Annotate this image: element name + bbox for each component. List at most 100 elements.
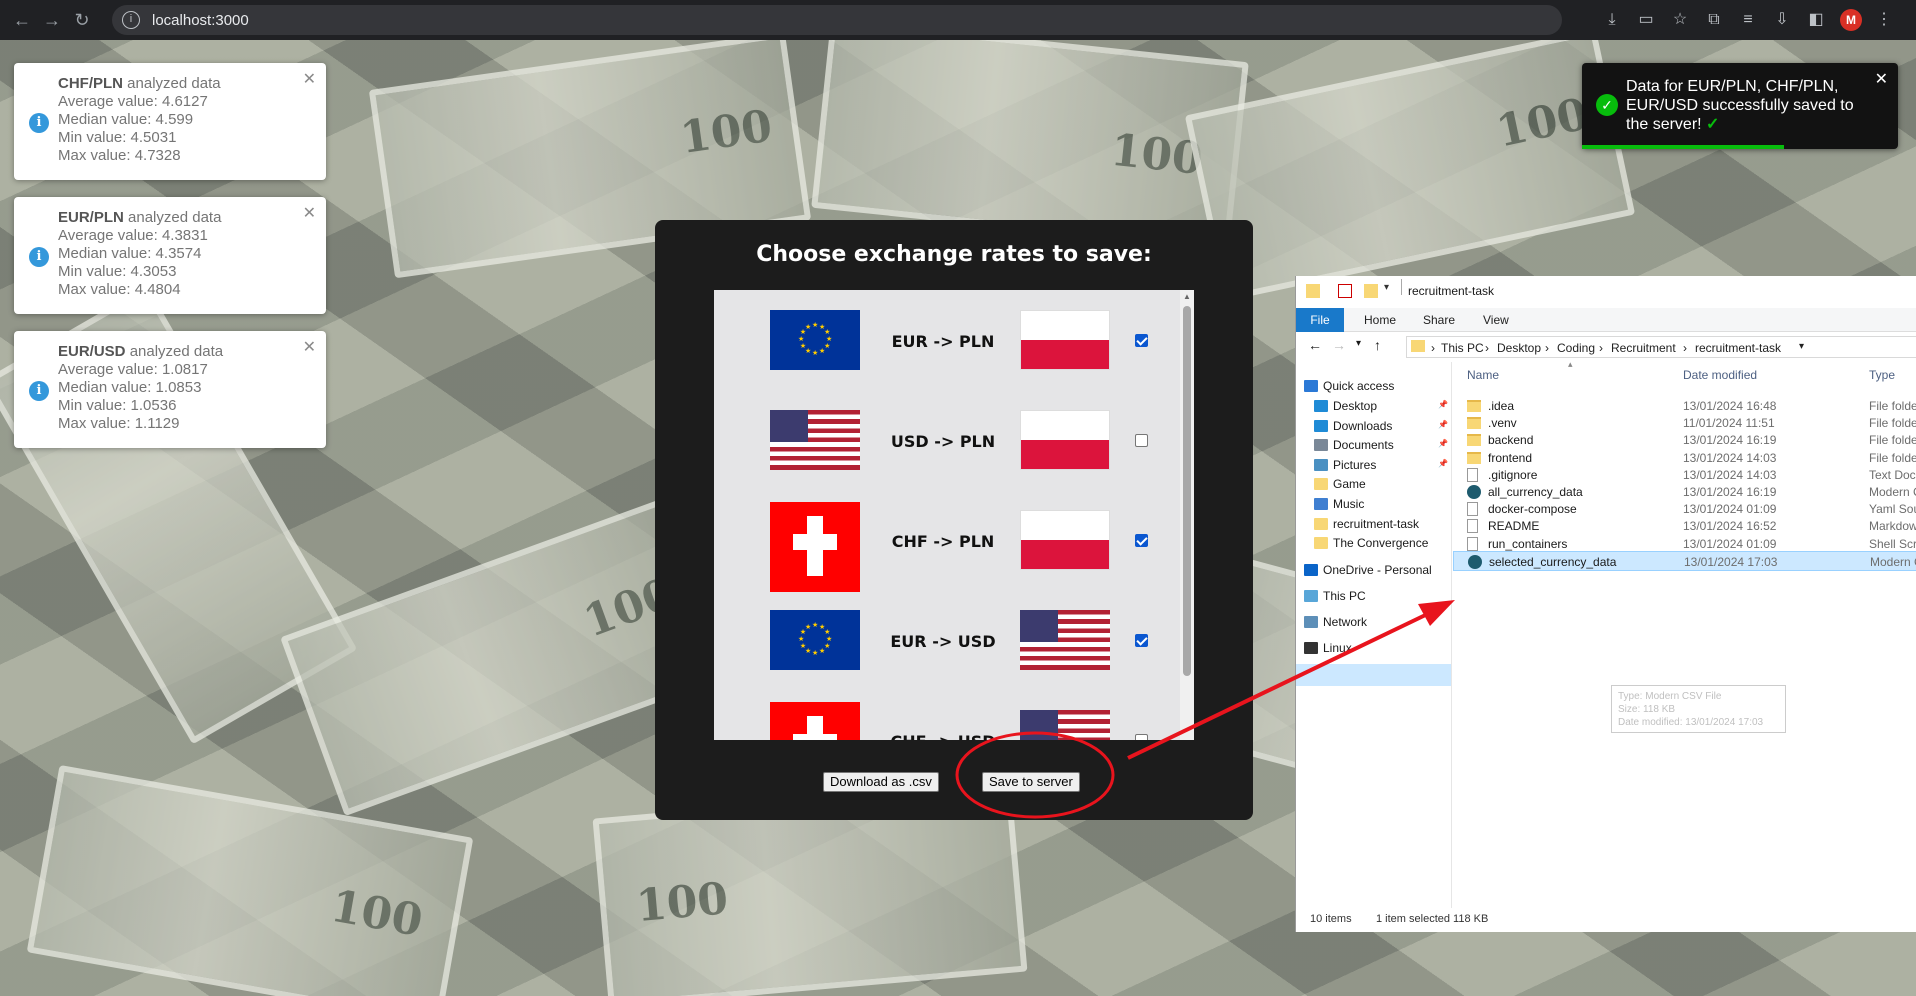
sidebar-item-label: The Convergence: [1333, 536, 1429, 550]
sidebar-item-pictures[interactable]: Pictures: [1314, 455, 1376, 475]
breadcrumb-recruitment[interactable]: Recruitment: [1611, 341, 1676, 355]
pair-checkbox[interactable]: [1135, 334, 1148, 347]
up-arrow-icon[interactable]: ↑: [1374, 337, 1381, 353]
file-date: 13/01/2024 17:03: [1684, 554, 1778, 569]
column-date[interactable]: Date modified: [1683, 368, 1757, 382]
forward-arrow-icon[interactable]: →: [1332, 337, 1346, 353]
column-type[interactable]: Type: [1869, 368, 1895, 382]
explorer-address-bar[interactable]: › This PC › Desktop › Coding › Recruitme…: [1406, 336, 1916, 358]
breadcrumb-recruitment-task[interactable]: recruitment-task: [1695, 341, 1781, 355]
menu-kebab-icon[interactable]: ⋮: [1872, 8, 1896, 32]
sidebar-item-this-pc[interactable]: This PC: [1304, 586, 1366, 606]
address-bar[interactable]: i localhost:3000: [112, 5, 1562, 35]
sidebar-item-music[interactable]: Music: [1314, 494, 1364, 514]
csv-file-icon: [1467, 485, 1481, 499]
downloads-icon[interactable]: ⇩: [1770, 8, 1794, 32]
us-flag-icon: [1020, 610, 1110, 670]
pair-checkbox[interactable]: [1135, 634, 1148, 647]
sidebar-item-label: Game: [1333, 477, 1366, 491]
file-list: Name ▴ Date modified Type .idea 13/01/202…: [1453, 359, 1916, 908]
info-icon: i: [29, 381, 49, 401]
sidebar-item-network[interactable]: Network: [1304, 612, 1367, 632]
sidebar-item-label: recruitment-task: [1333, 517, 1420, 531]
sidebar-item-recruitment-task[interactable]: recruitment-task: [1314, 514, 1419, 534]
pin-icon[interactable]: 📌: [1438, 400, 1448, 409]
recent-locations-icon[interactable]: ▾: [1356, 338, 1361, 349]
swiss-flag-icon: [770, 502, 860, 592]
profile-avatar[interactable]: M: [1840, 9, 1862, 31]
bookmark-star-icon[interactable]: ☆: [1668, 8, 1692, 32]
breadcrumb-this-pc[interactable]: This PC: [1441, 341, 1484, 355]
address-dropdown-icon[interactable]: ▾: [1799, 341, 1804, 352]
tab-view[interactable]: View: [1483, 308, 1509, 332]
install-icon[interactable]: ⤓: [1600, 8, 1624, 32]
file-type: Modern CSV File: [1870, 554, 1916, 569]
folder-icon: [1306, 284, 1320, 298]
forward-arrow-icon[interactable]: →: [40, 8, 64, 32]
sidebar-item-desktop[interactable]: Desktop: [1314, 396, 1377, 416]
breadcrumb-desktop[interactable]: Desktop: [1497, 341, 1541, 355]
sidebar-item-label: This PC: [1323, 589, 1366, 603]
sidebar-item-game[interactable]: Game: [1314, 474, 1366, 494]
close-icon[interactable]: ✕: [303, 337, 316, 357]
pin-icon[interactable]: 📌: [1438, 459, 1448, 468]
dropdown-arrow-icon[interactable]: ▾: [1384, 282, 1389, 293]
us-flag-icon: [1020, 710, 1110, 740]
folder-icon: [1467, 417, 1481, 430]
pair-checkbox[interactable]: [1135, 534, 1148, 547]
card-pair: CHF/PLN: [58, 75, 123, 92]
file-name: selected_currency_data: [1489, 554, 1617, 569]
download-icon: [1314, 420, 1328, 432]
site-info-icon[interactable]: i: [122, 11, 140, 29]
back-arrow-icon[interactable]: ←: [10, 8, 34, 32]
pair-checkbox[interactable]: [1135, 434, 1148, 447]
exchange-rate-row: USD -> PLN: [714, 390, 1180, 490]
list-scrollbar[interactable]: ▲: [1180, 290, 1194, 740]
pin-icon[interactable]: 📌: [1438, 420, 1448, 429]
close-icon[interactable]: ✕: [303, 69, 316, 89]
sidebar-item-the-convergence[interactable]: The Convergence: [1314, 533, 1428, 553]
save-to-server-button[interactable]: Save to server: [982, 772, 1080, 792]
card-average: Average value: 4.3831: [58, 227, 208, 244]
column-name[interactable]: Name: [1467, 368, 1499, 382]
tab-file[interactable]: File: [1296, 308, 1344, 332]
linux-icon: [1304, 642, 1318, 654]
extensions-icon[interactable]: ⧉: [1702, 8, 1726, 32]
download-csv-button[interactable]: Download as .csv: [823, 772, 939, 792]
analysis-card-eur-pln: i EUR/PLN analyzed data Average value: 4…: [14, 197, 326, 314]
cast-icon[interactable]: ▭: [1634, 8, 1658, 32]
back-arrow-icon[interactable]: ←: [1308, 337, 1322, 353]
toast-progress-bar: [1582, 145, 1785, 149]
side-panel-icon[interactable]: ◧: [1804, 8, 1828, 32]
document-icon: [1467, 467, 1478, 482]
media-controls-icon[interactable]: ≡: [1736, 8, 1760, 32]
close-icon[interactable]: ✕: [1875, 69, 1888, 89]
reload-icon[interactable]: ↻: [70, 8, 94, 32]
sidebar-item-onedrive-personal[interactable]: OneDrive - Personal: [1304, 560, 1432, 580]
exchange-rate-list[interactable]: ★ ★ ★ ★ ★ ★ ★ ★ ★ ★ ★ ★ EUR -> PLN USD -> PLN CHF -> P…: [714, 290, 1194, 740]
properties-icon[interactable]: [1338, 284, 1352, 298]
folder-icon: [1467, 451, 1481, 464]
folder-icon: [1314, 478, 1328, 490]
scroll-up-arrow-icon[interactable]: ▲: [1183, 292, 1191, 301]
eu-flag-icon: ★ ★ ★ ★ ★ ★ ★ ★ ★ ★ ★ ★: [770, 610, 860, 670]
poland-flag-icon: [1020, 410, 1110, 470]
save-modal: Choose exchange rates to save: ★ ★ ★ ★ ★ ★ ★ ★ ★…: [655, 220, 1253, 820]
sidebar-item-documents[interactable]: Documents: [1314, 435, 1394, 455]
url-text[interactable]: localhost:3000: [152, 12, 249, 29]
folder-icon: [1467, 434, 1481, 447]
file-row[interactable]: selected_currency_data 13/01/2024 17:03 Mo…: [1453, 550, 1916, 571]
sidebar-item-label: OneDrive - Personal: [1323, 563, 1432, 577]
success-check-icon: ✓: [1596, 94, 1618, 116]
close-icon[interactable]: ✕: [303, 203, 316, 223]
sidebar-item-quick-access[interactable]: Quick access: [1304, 376, 1394, 396]
tab-share[interactable]: Share: [1423, 308, 1455, 332]
new-folder-icon[interactable]: [1364, 284, 1378, 298]
breadcrumb-coding[interactable]: Coding: [1557, 341, 1595, 355]
sidebar-item-linux[interactable]: Linux: [1304, 638, 1352, 658]
pair-checkbox[interactable]: [1135, 734, 1148, 740]
pin-icon[interactable]: 📌: [1438, 439, 1448, 448]
tab-home[interactable]: Home: [1364, 308, 1396, 332]
scroll-thumb[interactable]: [1183, 306, 1191, 676]
sidebar-item-downloads[interactable]: Downloads: [1314, 416, 1392, 436]
